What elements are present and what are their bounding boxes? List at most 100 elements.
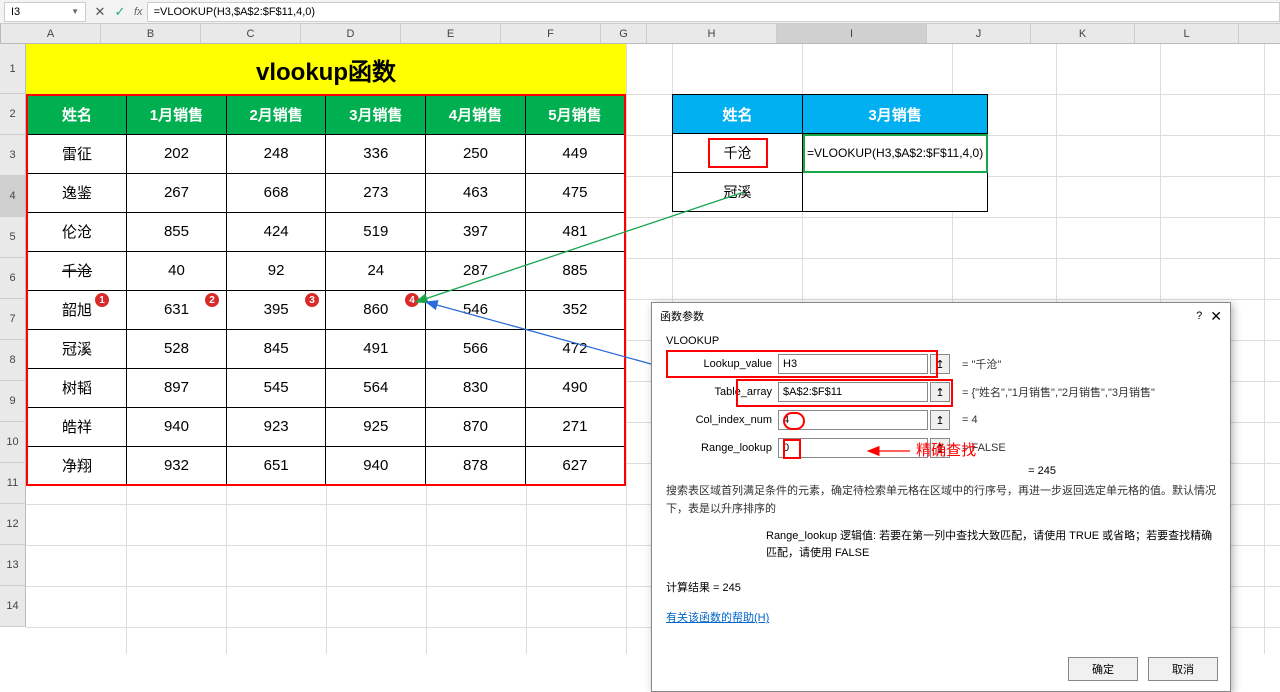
- row-header[interactable]: 3: [0, 135, 26, 176]
- row-header[interactable]: 1: [0, 44, 26, 94]
- data-cell[interactable]: 472: [525, 329, 625, 368]
- data-cell[interactable]: 449: [525, 134, 625, 173]
- data-cell[interactable]: 870: [426, 407, 526, 446]
- data-cell[interactable]: 481: [525, 212, 625, 251]
- column-header[interactable]: A: [1, 24, 101, 43]
- data-cell[interactable]: 925: [326, 407, 426, 446]
- data-cell[interactable]: 40: [127, 251, 227, 290]
- row-header[interactable]: 4: [0, 176, 26, 217]
- data-cell[interactable]: 564: [326, 368, 426, 407]
- data-cell[interactable]: 519: [326, 212, 426, 251]
- data-cell[interactable]: 545: [226, 368, 326, 407]
- row-header[interactable]: 9: [0, 381, 26, 422]
- data-cell[interactable]: 伦沧: [27, 212, 127, 251]
- lookup-name-cell[interactable]: 千沧: [673, 134, 803, 173]
- data-cell[interactable]: 528: [127, 329, 227, 368]
- row-header[interactable]: 8: [0, 340, 26, 381]
- data-cell[interactable]: 424: [226, 212, 326, 251]
- cancel-formula-icon[interactable]: ✕: [90, 2, 110, 22]
- data-cell[interactable]: 651: [226, 446, 326, 485]
- row-header[interactable]: 12: [0, 504, 26, 545]
- data-cell[interactable]: 250: [426, 134, 526, 173]
- column-header[interactable]: K: [1031, 24, 1135, 43]
- dialog-param-description: Range_lookup 逻辑值: 若要在第一列中查找大致匹配，请使用 TRUE…: [666, 528, 1216, 561]
- data-cell[interactable]: 897: [127, 368, 227, 407]
- column-header[interactable]: B: [101, 24, 201, 43]
- data-cell[interactable]: 273: [326, 173, 426, 212]
- range-select-icon[interactable]: ↥: [930, 410, 950, 430]
- data-cell[interactable]: 24: [326, 251, 426, 290]
- dialog-result-eq: = 245: [666, 465, 1216, 477]
- fx-icon[interactable]: fx: [134, 6, 143, 18]
- dialog-titlebar[interactable]: 函数参数 ? ✕: [652, 303, 1230, 329]
- data-cell[interactable]: 830: [426, 368, 526, 407]
- data-cell[interactable]: 940: [326, 446, 426, 485]
- data-cell[interactable]: 净翔: [27, 446, 127, 485]
- data-cell[interactable]: 566: [426, 329, 526, 368]
- chevron-down-icon[interactable]: ▼: [71, 7, 79, 16]
- data-cell[interactable]: 845: [226, 329, 326, 368]
- lookup-formula-cell[interactable]: [803, 173, 988, 212]
- data-cell[interactable]: 932: [127, 446, 227, 485]
- ok-button[interactable]: 确定: [1068, 657, 1138, 681]
- data-cell[interactable]: 逸鉴: [27, 173, 127, 212]
- data-cell[interactable]: 271: [525, 407, 625, 446]
- data-cell[interactable]: 248: [226, 134, 326, 173]
- row-header[interactable]: 2: [0, 94, 26, 135]
- data-cell[interactable]: 树韬: [27, 368, 127, 407]
- close-icon[interactable]: ✕: [1210, 308, 1222, 325]
- data-cell[interactable]: 475: [525, 173, 625, 212]
- data-cell[interactable]: 千沧: [27, 251, 127, 290]
- data-cell[interactable]: 885: [525, 251, 625, 290]
- data-cell[interactable]: 336: [326, 134, 426, 173]
- data-cell[interactable]: 923: [226, 407, 326, 446]
- column-headers: ABCDEFGHIJKLM: [0, 24, 1280, 44]
- data-cell[interactable]: 668: [226, 173, 326, 212]
- column-header[interactable]: J: [927, 24, 1031, 43]
- lookup-formula-cell[interactable]: =VLOOKUP(H3,$A$2:$F$11,4,0): [803, 134, 988, 173]
- data-cell[interactable]: 627: [525, 446, 625, 485]
- lookup-name-cell[interactable]: 冠溪: [673, 173, 803, 212]
- column-header[interactable]: I: [777, 24, 927, 43]
- row-header[interactable]: 13: [0, 545, 26, 586]
- data-cell[interactable]: 267: [127, 173, 227, 212]
- column-header[interactable]: G: [601, 24, 647, 43]
- data-cell[interactable]: 855: [127, 212, 227, 251]
- data-cell[interactable]: 雷征: [27, 134, 127, 173]
- column-header[interactable]: H: [647, 24, 777, 43]
- row-header[interactable]: 5: [0, 217, 26, 258]
- column-header[interactable]: F: [501, 24, 601, 43]
- data-cell[interactable]: 491: [326, 329, 426, 368]
- column-header[interactable]: C: [201, 24, 301, 43]
- row-header[interactable]: 7: [0, 299, 26, 340]
- data-cell[interactable]: 940: [127, 407, 227, 446]
- data-cell[interactable]: 352: [525, 290, 625, 329]
- data-cell[interactable]: 韶旭: [27, 290, 127, 329]
- row-header[interactable]: 6: [0, 258, 26, 299]
- column-header[interactable]: D: [301, 24, 401, 43]
- row-header[interactable]: 10: [0, 422, 26, 463]
- data-cell[interactable]: 冠溪: [27, 329, 127, 368]
- formula-input[interactable]: =VLOOKUP(H3,$A$2:$F$11,4,0): [147, 2, 1280, 22]
- data-cell[interactable]: 878: [426, 446, 526, 485]
- spreadsheet-grid[interactable]: vlookup函数 姓名 1月销售 2月销售 3月销售 4月销售 5月销售 雷征…: [26, 44, 1280, 627]
- name-box[interactable]: I3 ▼: [4, 2, 86, 22]
- data-cell[interactable]: 397: [426, 212, 526, 251]
- confirm-formula-icon[interactable]: ✓: [110, 2, 130, 22]
- cancel-button[interactable]: 取消: [1148, 657, 1218, 681]
- column-header[interactable]: L: [1135, 24, 1239, 43]
- row-header[interactable]: 14: [0, 586, 26, 627]
- function-help-link[interactable]: 有关该函数的帮助(H): [666, 609, 769, 625]
- help-icon[interactable]: ?: [1196, 310, 1202, 322]
- column-header[interactable]: E: [401, 24, 501, 43]
- data-cell[interactable]: 490: [525, 368, 625, 407]
- column-header[interactable]: M: [1239, 24, 1280, 43]
- data-cell[interactable]: 92: [226, 251, 326, 290]
- data-cell[interactable]: 463: [426, 173, 526, 212]
- data-cell[interactable]: 546: [426, 290, 526, 329]
- data-cell[interactable]: 皓祥: [27, 407, 127, 446]
- data-cell[interactable]: 202: [127, 134, 227, 173]
- annotation-badge-1: 1: [94, 292, 110, 308]
- data-cell[interactable]: 287: [426, 251, 526, 290]
- row-header[interactable]: 11: [0, 463, 26, 504]
